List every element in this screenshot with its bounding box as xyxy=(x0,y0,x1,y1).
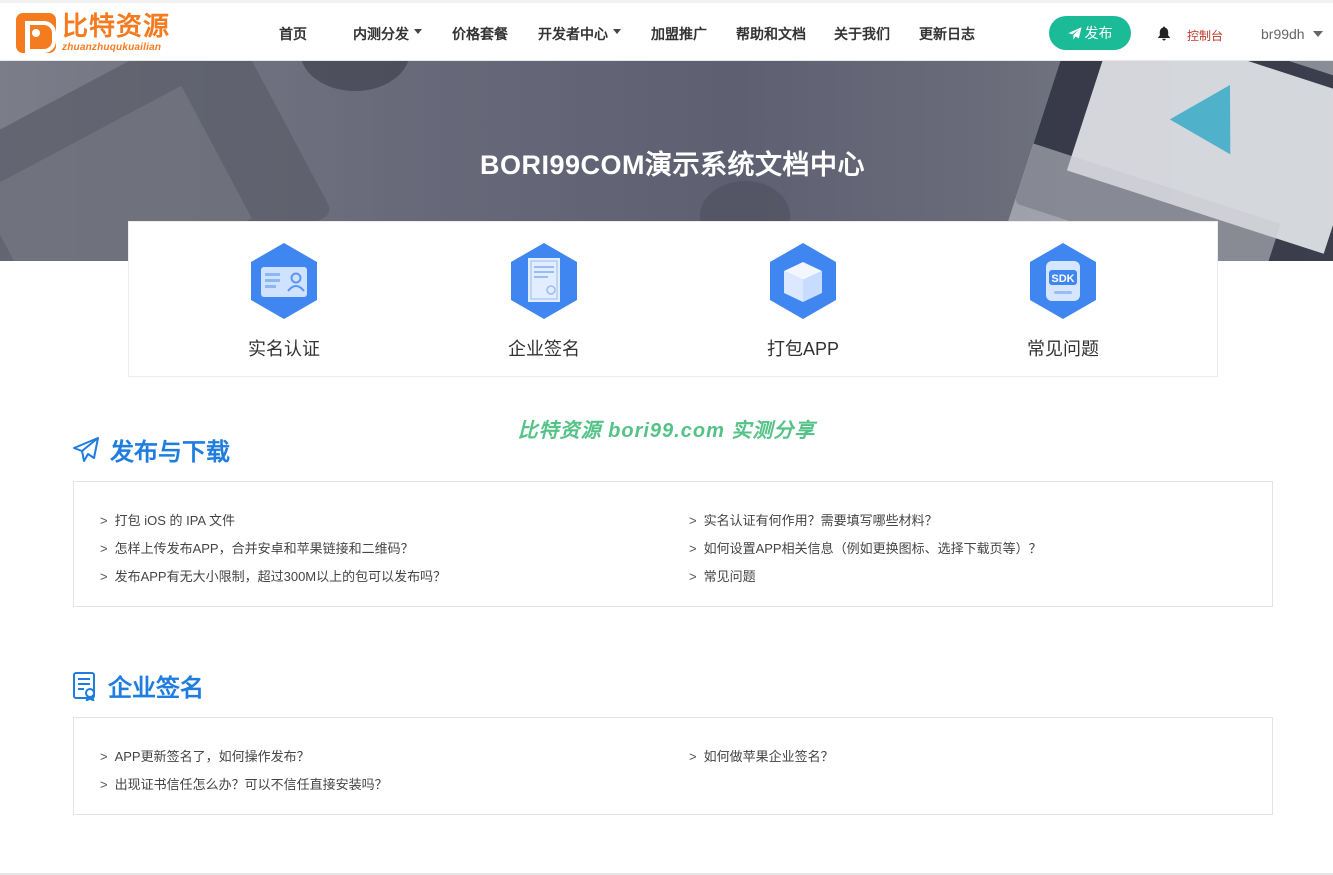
certificate-icon xyxy=(511,243,577,319)
logo-icon xyxy=(16,13,56,53)
link-bullet: > xyxy=(100,777,108,792)
section-title-text: 发布与下载 xyxy=(110,439,230,466)
feature-card-panel: 实名认证 企业签名 打包APP SDK 常见问题 xyxy=(128,221,1218,377)
top-navigation-bar: 比特资源 zhuanzhuqukuailian 首页 内测分发 价格套餐 开发者… xyxy=(0,0,1333,61)
nav-item-changelog[interactable]: 更新日志 xyxy=(919,3,975,64)
id-card-icon xyxy=(251,243,317,319)
feature-label: 打包APP xyxy=(766,339,840,359)
publish-button-label: 发布 xyxy=(1084,25,1113,41)
package-box-icon xyxy=(770,243,836,319)
chevron-down-icon xyxy=(613,29,621,34)
nav-item-beta-distribution[interactable]: 内测分发 xyxy=(353,3,422,64)
certificate-doc-icon xyxy=(73,671,95,701)
bell-icon[interactable] xyxy=(1157,26,1171,41)
paper-plane-icon xyxy=(1067,26,1081,39)
section-title-publish-download: 发布与下载 xyxy=(72,432,230,467)
nav-item-developer-center[interactable]: 开发者中心 xyxy=(538,3,621,64)
publish-button[interactable]: 发布 xyxy=(1049,16,1131,50)
doc-link[interactable]: > 发布APP有无大小限制，超过300M以上的包可以发布吗？ xyxy=(100,566,446,585)
banner-mouse-shape xyxy=(300,61,410,91)
chevron-down-icon xyxy=(414,29,422,34)
doc-link[interactable]: > 常见问题 xyxy=(689,566,756,585)
doc-link[interactable]: > 实名认证有何作用？需要填写哪些材料？ xyxy=(689,510,938,529)
paper-plane-icon xyxy=(73,436,99,462)
link-bullet: > xyxy=(100,513,108,528)
link-list-box-signature: > APP更新签名了，如何操作发布？ > 出现证书信任怎么办？可以不信任直接安装吗？… xyxy=(73,717,1273,815)
doc-link[interactable]: > 打包 iOS 的 IPA 文件 xyxy=(100,510,235,529)
nav-item-help-docs[interactable]: 帮助和文档 xyxy=(736,3,806,64)
feature-label: 实名认证 xyxy=(248,339,320,359)
logo-subtext: zhuanzhuqukuailian xyxy=(62,42,162,53)
link-bullet: > xyxy=(100,569,108,584)
feature-label: 常见问题 xyxy=(1027,339,1099,359)
link-bullet: > xyxy=(689,541,697,556)
chevron-down-icon xyxy=(1312,31,1323,37)
nav-item-about[interactable]: 关于我们 xyxy=(834,3,890,64)
section-title-enterprise-signature: 企业签名 xyxy=(72,668,204,703)
svg-text:SDK: SDK xyxy=(1051,273,1074,285)
username: br99dh xyxy=(1261,26,1305,42)
nav-item-affiliate[interactable]: 加盟推广 xyxy=(651,3,707,64)
link-bullet: > xyxy=(100,749,108,764)
doc-link[interactable]: > 出现证书信任怎么办？可以不信任直接安装吗？ xyxy=(100,774,388,793)
feature-package-app[interactable]: 打包APP xyxy=(703,242,903,361)
feature-real-name-auth[interactable]: 实名认证 xyxy=(184,242,384,361)
doc-link[interactable]: > 如何做苹果企业签名？ xyxy=(689,746,834,765)
feature-label: 企业签名 xyxy=(508,339,580,359)
link-bullet: > xyxy=(100,541,108,556)
doc-link[interactable]: > 怎样上传发布APP，合并安卓和苹果链接和二维码？ xyxy=(100,538,414,557)
link-bullet: > xyxy=(689,513,697,528)
doc-link[interactable]: > APP更新签名了，如何操作发布？ xyxy=(100,746,310,765)
user-menu[interactable]: br99dh xyxy=(1261,26,1323,42)
section-title-text: 企业签名 xyxy=(108,675,204,702)
link-bullet: > xyxy=(689,569,697,584)
page-title: BORI99COM演示系统文档中心 xyxy=(479,150,866,180)
sdk-icon: SDK xyxy=(1030,243,1096,319)
nav-item-pricing[interactable]: 价格套餐 xyxy=(452,3,508,64)
link-bullet: > xyxy=(689,749,697,764)
link-list-box-publish: > 打包 iOS 的 IPA 文件 > 怎样上传发布APP，合并安卓和苹果链接和二维… xyxy=(73,481,1273,607)
console-link[interactable]: 控制台 xyxy=(1187,27,1223,44)
nav-item-home[interactable]: 首页 xyxy=(279,3,307,64)
logo-text: 比特资源 xyxy=(62,12,171,42)
site-logo[interactable]: 比特资源 zhuanzhuqukuailian xyxy=(16,12,176,58)
doc-link[interactable]: > 如何设置APP相关信息（例如更换图标、选择下载页等）？ xyxy=(689,538,1042,557)
feature-enterprise-signature[interactable]: 企业签名 xyxy=(444,242,644,361)
feature-faq[interactable]: SDK 常见问题 xyxy=(963,242,1163,361)
